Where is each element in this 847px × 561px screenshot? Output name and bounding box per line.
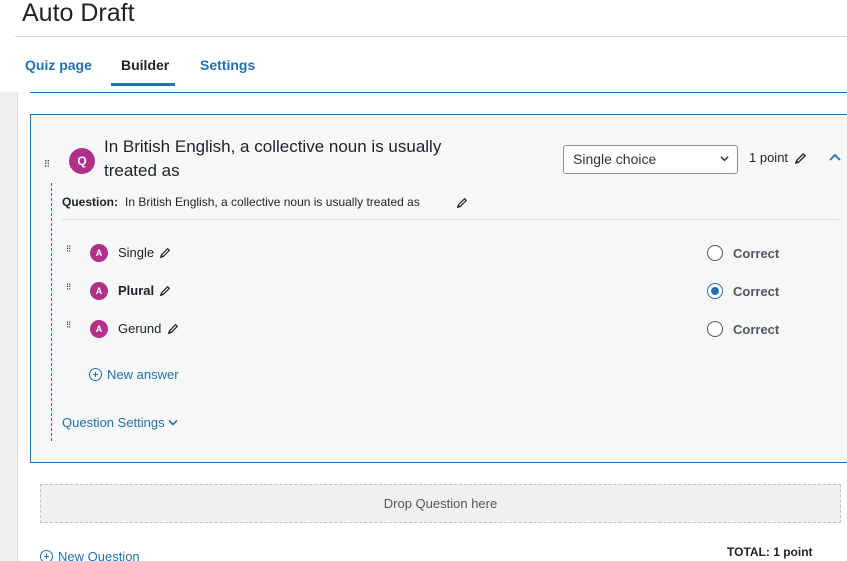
question-badge: Q	[69, 148, 95, 174]
correct-radio[interactable]	[707, 321, 723, 337]
answer-drag-handle-icon[interactable]: ⁝⁝	[66, 244, 71, 255]
chevron-up-icon[interactable]	[828, 152, 842, 162]
answer-pencil-icon[interactable]	[159, 285, 171, 297]
header-divider	[15, 36, 847, 37]
question-settings-label: Question Settings	[62, 415, 165, 430]
correct-label: Correct	[733, 284, 780, 299]
left-rail	[0, 92, 18, 561]
question-drag-handle-icon[interactable]: ⁝⁝	[44, 157, 50, 170]
tab-quiz-page[interactable]: Quiz page	[25, 57, 92, 73]
answer-text[interactable]: Single	[118, 245, 154, 260]
new-answer-button[interactable]: New answer	[89, 367, 179, 382]
question-divider	[62, 219, 839, 220]
question-label: Question:	[62, 195, 118, 209]
question-pencil-icon[interactable]	[456, 197, 468, 209]
tab-settings[interactable]: Settings	[200, 57, 255, 73]
active-tab-indicator	[111, 83, 175, 86]
question-text[interactable]: In British English, a collective noun is…	[125, 195, 420, 209]
question-settings-toggle[interactable]: Question Settings	[62, 415, 178, 430]
drop-question-zone[interactable]: Drop Question here	[40, 484, 841, 523]
answer-row: ⁝⁝ A Plural Correct	[31, 280, 847, 304]
question-type-value: Single choice	[573, 151, 657, 167]
question-type-select[interactable]: Single choice	[563, 145, 738, 174]
answer-badge: A	[90, 320, 108, 338]
points-pencil-icon[interactable]	[794, 152, 807, 165]
answer-drag-handle-icon[interactable]: ⁝⁝	[66, 320, 71, 331]
answer-pencil-icon[interactable]	[167, 323, 179, 335]
tab-builder[interactable]: Builder	[121, 57, 169, 73]
tab-bar: Quiz page Builder Settings	[15, 47, 847, 87]
dashed-guide-line	[51, 183, 52, 441]
plus-circle-icon	[89, 368, 102, 381]
chevron-down-icon	[168, 419, 178, 426]
question-card: ⁝⁝ Q In British English, a collective no…	[30, 114, 847, 463]
plus-circle-icon	[40, 550, 53, 561]
chevron-down-icon	[720, 156, 729, 162]
correct-radio[interactable]	[707, 283, 723, 299]
answer-badge: A	[90, 244, 108, 262]
correct-label: Correct	[733, 246, 780, 261]
new-answer-label: New answer	[107, 367, 179, 382]
answer-text[interactable]: Gerund	[118, 321, 161, 336]
builder-top-line	[30, 92, 847, 93]
question-text-row: Question: In British English, a collectiv…	[62, 195, 847, 209]
new-question-label: New Question	[58, 549, 140, 561]
answer-text[interactable]: Plural	[118, 283, 154, 298]
answer-badge: A	[90, 282, 108, 300]
page-title: Auto Draft	[22, 0, 135, 27]
answer-pencil-icon[interactable]	[159, 247, 171, 259]
total-points: TOTAL: 1 point	[727, 545, 813, 559]
correct-radio[interactable]	[707, 245, 723, 261]
answer-row: ⁝⁝ A Gerund Correct	[31, 318, 847, 342]
question-title[interactable]: In British English, a collective noun is…	[104, 135, 464, 183]
question-points: 1 point	[749, 150, 789, 165]
correct-label: Correct	[733, 322, 780, 337]
answer-drag-handle-icon[interactable]: ⁝⁝	[66, 282, 71, 293]
new-question-button[interactable]: New Question	[40, 549, 140, 561]
answer-row: ⁝⁝ A Single Correct	[31, 242, 847, 266]
